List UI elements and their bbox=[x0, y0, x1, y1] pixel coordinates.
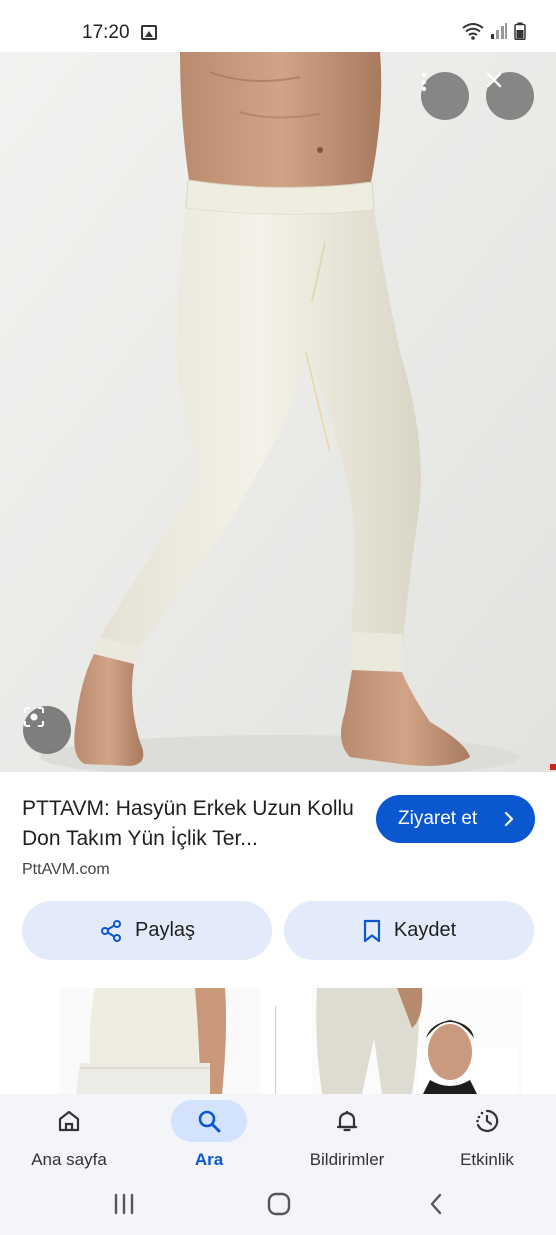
chevron-right-icon bbox=[504, 811, 514, 827]
search-icon bbox=[198, 1110, 221, 1133]
more-options-icon bbox=[421, 72, 427, 92]
related-divider bbox=[275, 1006, 276, 1094]
nav-item-notifications[interactable]: Bildirimler bbox=[288, 1094, 406, 1180]
close-icon bbox=[486, 72, 502, 88]
related-image-2[interactable] bbox=[312, 988, 522, 1094]
result-title[interactable]: PTTAVM: Hasyün Erkek Uzun Kollu Don Takı… bbox=[22, 794, 362, 854]
status-bar: 17:20 bbox=[0, 0, 556, 52]
home-circle-icon[interactable] bbox=[266, 1191, 292, 1217]
visit-label: Ziyaret et bbox=[398, 808, 478, 829]
nav-icon-wrap bbox=[449, 1100, 525, 1142]
product-image[interactable] bbox=[0, 52, 556, 772]
signal-icon bbox=[491, 23, 507, 39]
status-time: 17:20 bbox=[82, 22, 130, 43]
nav-label-activity: Etkinlik bbox=[460, 1150, 514, 1169]
share-label: Paylaş bbox=[134, 919, 196, 941]
recents-icon[interactable] bbox=[112, 1193, 136, 1215]
nav-icon-wrap bbox=[309, 1100, 385, 1142]
nav-item-activity[interactable]: Etkinlik bbox=[428, 1094, 546, 1180]
share-icon bbox=[100, 919, 121, 942]
nav-label-notifications: Bildirimler bbox=[309, 1150, 385, 1169]
more-options-button[interactable] bbox=[421, 72, 469, 120]
related-image-1[interactable] bbox=[60, 988, 260, 1094]
share-button[interactable]: Paylaş bbox=[22, 901, 272, 960]
lens-icon bbox=[24, 707, 44, 727]
activity-icon bbox=[476, 1109, 499, 1133]
bottom-nav: Ana sayfa Ara Bildirimler Etkinlik bbox=[0, 1094, 556, 1180]
nav-icon-wrap bbox=[171, 1100, 247, 1142]
home-icon bbox=[58, 1110, 80, 1132]
result-source[interactable]: PttAVM.com bbox=[22, 861, 110, 879]
related-images bbox=[0, 988, 556, 1094]
gallery-icon bbox=[141, 25, 157, 40]
nav-label-search: Ara bbox=[194, 1150, 224, 1169]
back-icon[interactable] bbox=[428, 1192, 444, 1216]
wifi-icon bbox=[462, 23, 484, 40]
status-icons bbox=[462, 22, 526, 40]
save-label: Kaydet bbox=[393, 919, 457, 941]
bell-icon bbox=[336, 1111, 358, 1132]
system-nav-bar bbox=[0, 1180, 556, 1235]
nav-item-search[interactable]: Ara bbox=[150, 1094, 268, 1180]
lens-button[interactable] bbox=[23, 706, 71, 754]
visit-button[interactable]: Ziyaret et bbox=[376, 795, 535, 843]
product-photo bbox=[0, 52, 556, 772]
nav-icon-wrap bbox=[31, 1100, 107, 1142]
bookmark-icon bbox=[363, 919, 380, 942]
nav-label-home: Ana sayfa bbox=[31, 1150, 107, 1169]
close-button[interactable] bbox=[486, 72, 534, 120]
battery-icon bbox=[514, 22, 526, 40]
nav-item-home[interactable]: Ana sayfa bbox=[10, 1094, 128, 1180]
save-button[interactable]: Kaydet bbox=[284, 901, 534, 960]
